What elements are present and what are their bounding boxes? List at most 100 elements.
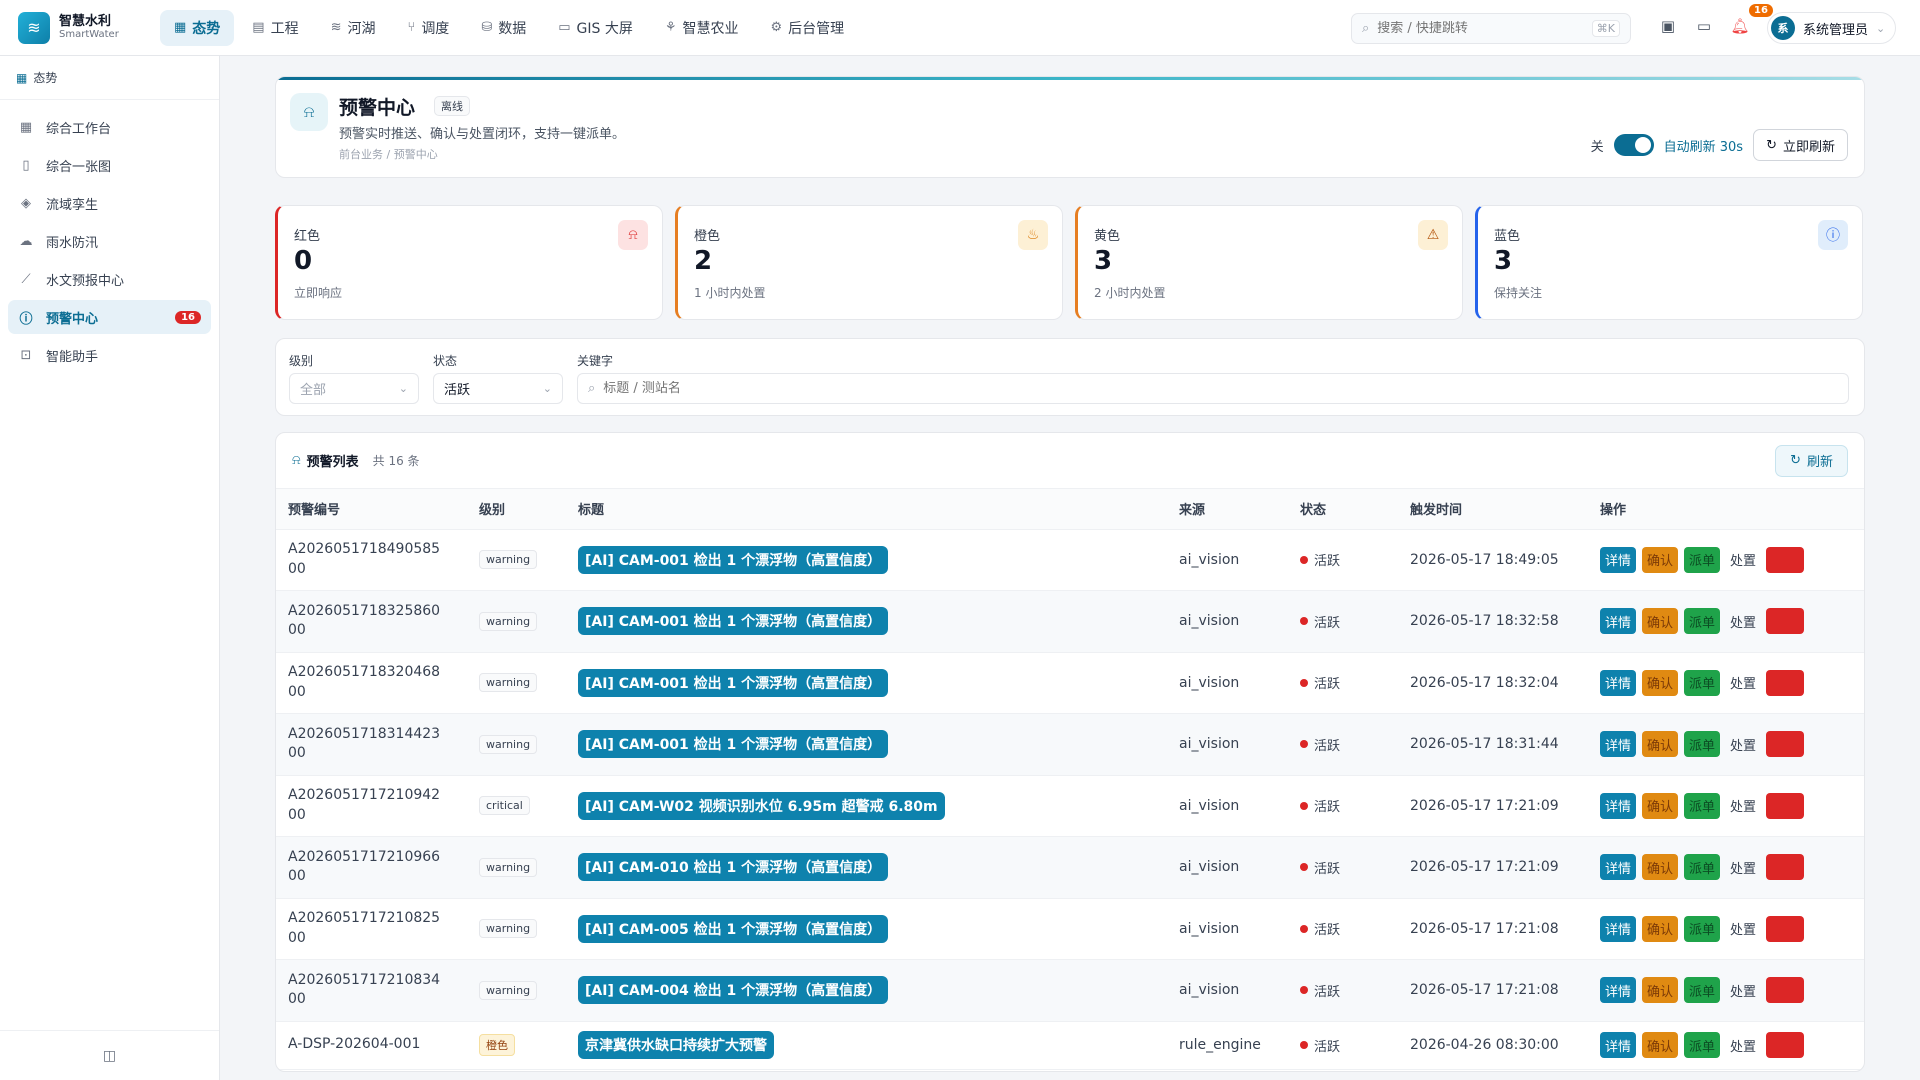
column-header[interactable]: 级别 <box>467 489 566 530</box>
handle-button[interactable]: 处置 <box>1726 670 1760 696</box>
sidebar-item-forecast[interactable]: ⟋ 水文预报中心 <box>8 262 211 296</box>
alert-title-link[interactable]: [AI] CAM-005 检出 1 个漂浮物（高置信度） <box>578 914 889 943</box>
dispatch-button[interactable]: 派单 <box>1684 792 1721 819</box>
table-row[interactable]: A202605171849058500 warning [AI] CAM-001… <box>276 529 1864 591</box>
global-search[interactable]: ⌕ ⌘K <box>1351 13 1631 44</box>
table-row[interactable]: A202605171832586000 warning [AI] CAM-001… <box>276 590 1864 653</box>
close-alert-button[interactable] <box>1766 792 1805 819</box>
detail-button[interactable]: 详情 <box>1600 854 1637 881</box>
sidebar-item-assistant[interactable]: ⊡ 智能助手 <box>8 338 211 372</box>
close-alert-button[interactable] <box>1766 977 1805 1004</box>
detail-button[interactable]: 详情 <box>1600 915 1637 942</box>
calendar-icon[interactable]: ▣ <box>1657 17 1679 35</box>
column-header[interactable]: 操作 <box>1588 489 1864 530</box>
column-header[interactable]: 触发时间 <box>1398 489 1588 530</box>
collapse-sidebar-button[interactable]: ◫ <box>0 1030 219 1080</box>
dispatch-button[interactable]: 派单 <box>1684 546 1721 573</box>
confirm-button[interactable]: 确认 <box>1642 854 1679 881</box>
alert-title-link[interactable]: [AI] CAM-001 检出 1 个漂浮物（高置信度） <box>578 668 889 697</box>
alert-title-link[interactable]: [AI] CAM-001 检出 1 个漂浮物（高置信度） <box>578 545 889 574</box>
table-row[interactable]: A-DSP-202604-001 橙色 京津冀供水缺口持续扩大预警 rule_e… <box>276 1021 1864 1070</box>
detail-button[interactable]: 详情 <box>1600 608 1637 635</box>
sidebar-item-workbench[interactable]: ▦ 综合工作台 <box>8 110 211 144</box>
nav-item-dispatch[interactable]: ⑂ 调度 <box>394 10 464 46</box>
bell-icon[interactable]: 🔔︎ <box>1729 17 1751 35</box>
handle-button[interactable]: 处置 <box>1726 793 1760 819</box>
keyword-input[interactable] <box>603 381 1204 396</box>
detail-button[interactable]: 详情 <box>1600 1032 1637 1058</box>
nav-item-data[interactable]: ⛁ 数据 <box>467 10 540 46</box>
handle-button[interactable]: 处置 <box>1726 854 1760 880</box>
handle-button[interactable]: 处置 <box>1726 1032 1760 1058</box>
auto-refresh-toggle[interactable] <box>1613 134 1654 156</box>
dispatch-button[interactable]: 派单 <box>1684 608 1721 635</box>
close-alert-button[interactable] <box>1766 1032 1805 1058</box>
nav-item-gis[interactable]: ▭ GIS 大屏 <box>544 10 647 46</box>
table-row[interactable]: A202605171721096600 warning [AI] CAM-010… <box>276 836 1864 899</box>
stat-card-blue[interactable]: 蓝色 3 保持关注 ⓘ <box>1475 205 1863 320</box>
alert-title-link[interactable]: [AI] CAM-001 检出 1 个漂浮物（高置信度） <box>578 730 889 759</box>
breadcrumb[interactable]: 前台业务 / 预警中心 <box>339 146 438 162</box>
close-alert-button[interactable] <box>1766 915 1805 942</box>
dispatch-button[interactable]: 派单 <box>1684 731 1721 758</box>
table-row[interactable]: A202605171721082500 warning [AI] CAM-005… <box>276 898 1864 960</box>
list-refresh-button[interactable]: ↻ 刷新 <box>1775 444 1848 477</box>
nav-item-agriculture[interactable]: ⚘ 智慧农业 <box>651 10 753 46</box>
table-row[interactable]: A202605171721094200 critical [AI] CAM-W0… <box>276 775 1864 837</box>
nav-item-situation[interactable]: ▦ 态势 <box>160 9 235 46</box>
stat-card-orange[interactable]: 橙色 2 1 小时内处置 ♨ <box>675 205 1063 320</box>
confirm-button[interactable]: 确认 <box>1642 792 1679 819</box>
status-select[interactable]: 活跃 ⌄ <box>433 373 563 404</box>
confirm-button[interactable]: 确认 <box>1642 731 1679 758</box>
alert-title-link[interactable]: [AI] CAM-001 检出 1 个漂浮物（高置信度） <box>578 607 889 636</box>
refresh-now-button[interactable]: ↻ 立即刷新 <box>1753 129 1848 161</box>
table-row[interactable]: A202605171832046800 warning [AI] CAM-001… <box>276 652 1864 714</box>
table-row[interactable]: A202605171831442300 warning [AI] CAM-001… <box>276 713 1864 776</box>
column-header[interactable]: 来源 <box>1167 489 1288 530</box>
column-header[interactable]: 状态 <box>1288 489 1398 530</box>
handle-button[interactable]: 处置 <box>1726 547 1760 573</box>
user-menu[interactable]: 系 系统管理员 ⌄ <box>1767 12 1897 44</box>
close-alert-button[interactable] <box>1766 854 1805 881</box>
brand[interactable]: ≋ 智慧水利 SmartWater <box>0 11 160 44</box>
column-header[interactable]: 标题 <box>566 489 1167 530</box>
close-alert-button[interactable] <box>1766 546 1805 573</box>
nav-item-engineering[interactable]: ▤ 工程 <box>238 10 312 46</box>
alert-title-link[interactable]: 京津冀供水缺口持续扩大预警 <box>578 1031 774 1059</box>
close-alert-button[interactable] <box>1766 669 1805 696</box>
confirm-button[interactable]: 确认 <box>1642 546 1679 573</box>
handle-button[interactable]: 处置 <box>1726 731 1760 757</box>
handle-button[interactable]: 处置 <box>1726 977 1760 1003</box>
column-header[interactable]: 预警编号 <box>276 489 467 530</box>
level-select[interactable]: 全部 ⌄ <box>289 373 419 404</box>
confirm-button[interactable]: 确认 <box>1642 977 1679 1004</box>
confirm-button[interactable]: 确认 <box>1642 669 1679 696</box>
sidebar-item-flood[interactable]: ☁ 雨水防汛 <box>8 224 211 258</box>
nav-item-rivers[interactable]: ≋ 河湖 <box>317 10 390 46</box>
handle-button[interactable]: 处置 <box>1726 916 1760 942</box>
search-input[interactable] <box>1377 21 1558 36</box>
confirm-button[interactable]: 确认 <box>1642 608 1679 635</box>
confirm-button[interactable]: 确认 <box>1642 915 1679 942</box>
table-row[interactable]: A202605171721083400 warning [AI] CAM-004… <box>276 959 1864 1022</box>
close-alert-button[interactable] <box>1766 731 1805 758</box>
alert-title-link[interactable]: [AI] CAM-W02 视频识别水位 6.95m 超警戒 6.80m <box>578 791 945 820</box>
alert-title-link[interactable]: [AI] CAM-004 检出 1 个漂浮物（高置信度） <box>578 976 889 1005</box>
detail-button[interactable]: 详情 <box>1600 731 1637 758</box>
detail-button[interactable]: 详情 <box>1600 546 1637 573</box>
nav-item-admin[interactable]: ⚙ 后台管理 <box>757 10 859 46</box>
sidebar-item-alerts[interactable]: ⓘ 预警中心 16 <box>8 300 211 334</box>
dispatch-button[interactable]: 派单 <box>1684 915 1721 942</box>
dispatch-button[interactable]: 派单 <box>1684 669 1721 696</box>
stat-card-red[interactable]: 红色 0 立即响应 ⍾ <box>275 205 663 320</box>
alert-title-link[interactable]: [AI] CAM-010 检出 1 个漂浮物（高置信度） <box>578 853 889 882</box>
stat-card-yellow[interactable]: 黄色 3 2 小时内处置 ⚠ <box>1075 205 1463 320</box>
detail-button[interactable]: 详情 <box>1600 792 1637 819</box>
dispatch-button[interactable]: 派单 <box>1684 854 1721 881</box>
sidebar-item-map[interactable]: ▯ 综合一张图 <box>8 148 211 182</box>
handle-button[interactable]: 处置 <box>1726 608 1760 634</box>
confirm-button[interactable]: 确认 <box>1642 1032 1679 1058</box>
sidebar-item-twin[interactable]: ◈ 流域孪生 <box>8 186 211 220</box>
detail-button[interactable]: 详情 <box>1600 977 1637 1004</box>
dispatch-button[interactable]: 派单 <box>1684 1032 1721 1058</box>
